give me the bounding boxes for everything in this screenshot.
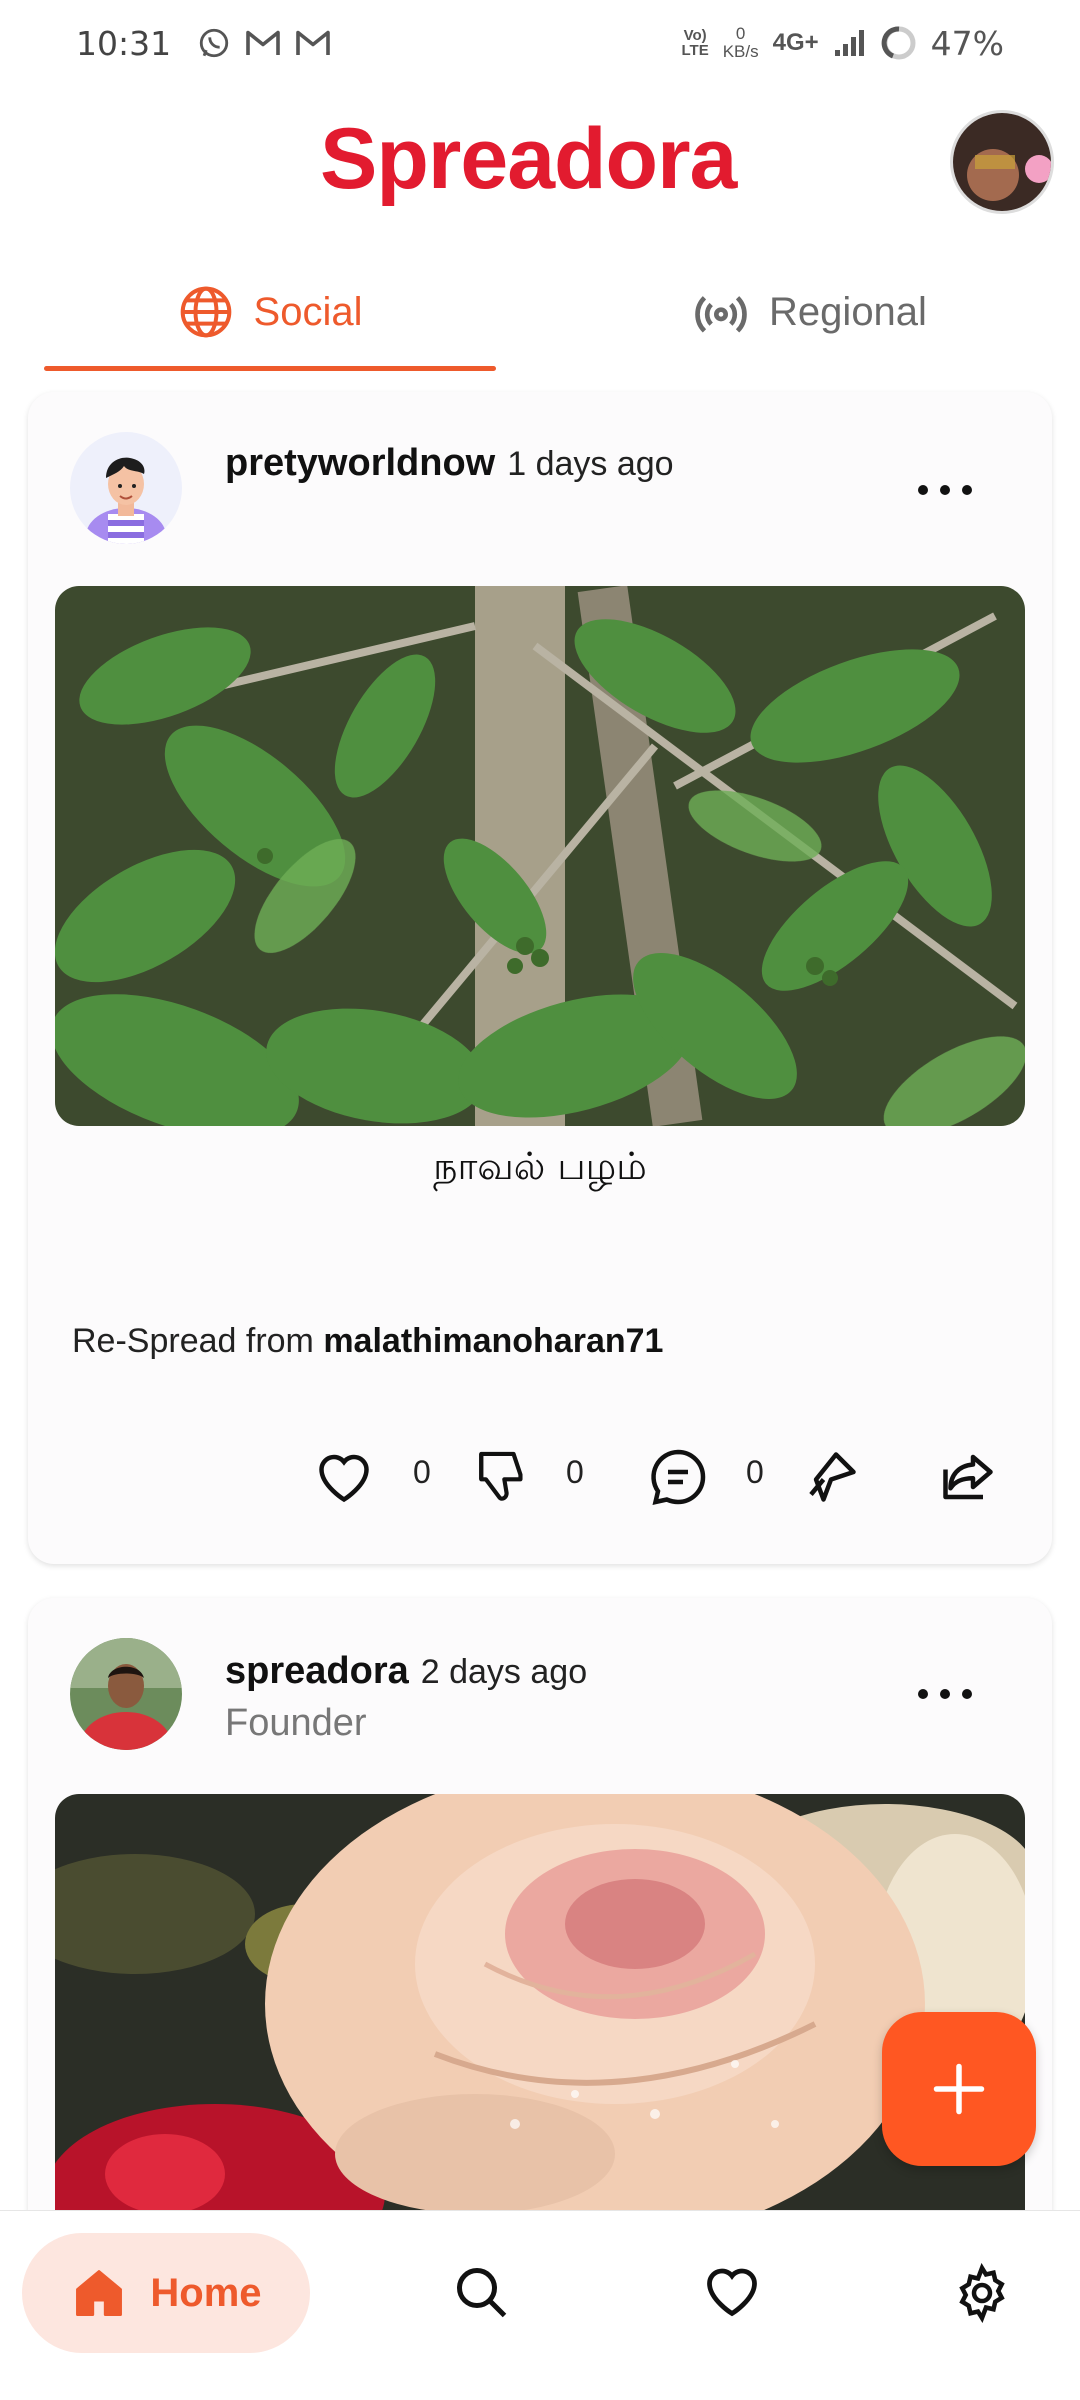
tab-social[interactable]: Social [0,250,540,374]
nav-favorites[interactable] [702,2263,762,2323]
comment-button[interactable] [648,1442,708,1512]
app-logo: Spreadora [320,111,737,207]
username[interactable]: pretyworldnow [225,442,495,484]
whatsapp-icon [199,28,229,58]
status-bar: 10:31 Vo) LTE 0 KB/s 4G+ 47% [0,0,1080,86]
globe-icon [180,286,231,338]
search-icon [457,2268,507,2318]
nav-home[interactable]: Home [22,2233,310,2353]
dislike-count: 0 [566,1454,584,1490]
post-caption: நாவல் பழம் [433,1144,647,1188]
gmail-icon [296,30,330,55]
gmail-icon [246,30,280,55]
post-image[interactable] [55,1794,1025,2214]
profile-avatar[interactable] [950,110,1054,214]
nav-search[interactable] [452,2263,512,2323]
broadcast-icon [695,296,747,333]
post-header: pretyworldnow 1 days ago [225,442,674,485]
like-button[interactable] [314,1442,374,1512]
status-time: 10:31 [76,23,172,63]
thumbs-down-icon [479,1451,523,1501]
plus-icon [933,2063,985,2115]
signal-icon [834,30,864,56]
battery-percent: 47% [930,23,1004,63]
respread-info: Re-Spread from malathimanoharan71 [72,1322,663,1361]
dislike-button[interactable] [474,1442,530,1512]
tab-social-label: Social [253,289,363,334]
post-image[interactable] [55,586,1025,1126]
active-tab-indicator [44,366,496,371]
post-time: 2 days ago [420,1653,588,1691]
feed-tabs: Social Regional [0,250,1080,374]
respread-username[interactable]: malathimanoharan71 [323,1322,663,1360]
like-count: 0 [413,1454,431,1490]
settings-icon [959,2262,1005,2324]
data-speed: 0 KB/s [722,24,759,61]
nav-home-label: Home [150,2270,262,2315]
home-icon [76,2270,123,2316]
share-button[interactable] [938,1442,998,1512]
user-role: Founder [225,1702,367,1744]
network-type: 4G+ [772,29,819,56]
megaphone-icon [809,1452,856,1502]
more-options-button[interactable] [918,480,972,500]
user-avatar[interactable] [70,432,182,544]
post-actions: 0 0 0 [28,1442,1052,1512]
respread-prefix: Re-Spread from [72,1322,314,1360]
bottom-navigation: Home [0,2210,1080,2400]
create-post-button[interactable] [882,2012,1036,2166]
user-avatar[interactable] [70,1638,182,1750]
heart-icon [707,2268,757,2317]
post-time: 1 days ago [507,445,674,483]
tab-regional[interactable]: Regional [540,250,1080,374]
notification-icons [197,26,331,60]
respread-button[interactable] [801,1442,861,1512]
comment-count: 0 [746,1454,764,1490]
heart-icon [319,1454,369,1503]
post-header: spreadora 2 days ago [225,1650,587,1693]
nav-settings[interactable] [952,2262,1012,2324]
comment-icon [651,1449,706,1505]
more-options-button[interactable] [918,1684,972,1704]
volte-indicator: Vo) LTE [681,27,709,59]
username[interactable]: spreadora [225,1650,409,1692]
tab-regional-label: Regional [769,289,927,334]
battery-icon [881,26,916,60]
share-icon [943,1454,993,1500]
post-card: pretyworldnow 1 days ago நாவல் பழம் Re-S… [28,392,1052,1564]
